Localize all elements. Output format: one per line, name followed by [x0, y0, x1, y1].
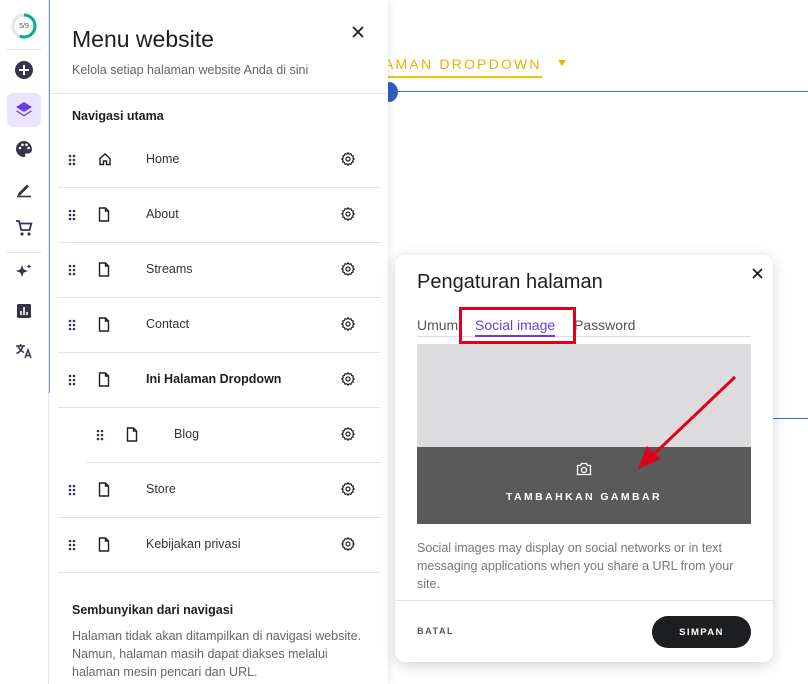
- menu-title: Menu website: [72, 26, 214, 52]
- drag-handle-icon[interactable]: [68, 318, 78, 332]
- drag-handle-icon[interactable]: [68, 538, 78, 552]
- tab-password[interactable]: Password: [574, 317, 635, 333]
- sparkle-icon[interactable]: [7, 255, 41, 289]
- gear-icon[interactable]: [340, 261, 356, 281]
- nav-item-label: Store: [146, 482, 176, 496]
- editor-sidebar: 5/9: [0, 0, 49, 684]
- save-button[interactable]: SIMPAN: [652, 616, 751, 648]
- section-boundary: [772, 418, 808, 419]
- palette-icon[interactable]: [7, 132, 41, 166]
- menu-website-panel: Menu website Kelola setiap halaman websi…: [50, 0, 388, 684]
- divider: [7, 252, 41, 253]
- nav-item-label: Home: [146, 152, 180, 166]
- nav-heading: Navigasi utama: [72, 109, 164, 123]
- add-image-label: TAMBAHKAN GAMBAR: [505, 491, 663, 503]
- page-settings-dialog: Pengaturan halaman Umum Social image Pas…: [395, 255, 773, 662]
- home-icon: [98, 152, 112, 171]
- page-icon: [126, 427, 138, 447]
- page-icon: [98, 537, 110, 557]
- nav-item-label: About: [146, 207, 179, 221]
- gear-icon[interactable]: [340, 151, 356, 171]
- page-icon: [98, 482, 110, 502]
- pen-icon[interactable]: [7, 172, 41, 206]
- social-image-preview: TAMBAHKAN GAMBAR: [417, 344, 751, 524]
- nav-item-contact[interactable]: Contact: [58, 298, 381, 353]
- nav-item-label: Blog: [174, 427, 200, 441]
- tab-umum[interactable]: Umum: [417, 317, 458, 333]
- menu-subtitle: Kelola setiap halaman website Anda di si…: [72, 63, 309, 77]
- canvas-caret-icon: [558, 60, 566, 66]
- dialog-title: Pengaturan halaman: [417, 271, 603, 293]
- gear-icon[interactable]: [340, 316, 356, 336]
- divider: [50, 93, 388, 94]
- page-icon: [98, 207, 110, 227]
- analytics-icon[interactable]: [7, 294, 41, 328]
- nav-item-blog[interactable]: Blog: [86, 408, 381, 463]
- gear-icon[interactable]: [340, 426, 356, 446]
- hidden-description: Halaman tidak akan ditampilkan di naviga…: [72, 629, 362, 679]
- page-icon: [98, 317, 110, 337]
- nav-item-kebijakan-privasi[interactable]: Kebijakan privasi: [58, 518, 381, 573]
- cancel-button[interactable]: BATAL: [417, 626, 454, 636]
- close-icon[interactable]: [348, 22, 368, 42]
- drag-handle-icon[interactable]: [68, 483, 78, 497]
- nav-item-home[interactable]: Home: [58, 133, 381, 188]
- progress-text: 5/9: [19, 22, 29, 30]
- tab-highlight-annotation: [459, 307, 576, 344]
- setup-progress[interactable]: 5/9: [11, 13, 37, 39]
- add-image-button[interactable]: TAMBAHKAN GAMBAR: [417, 447, 751, 524]
- drag-handle-icon[interactable]: [68, 373, 78, 387]
- drag-handle-icon[interactable]: [68, 208, 78, 222]
- nav-item-label: Streams: [146, 262, 193, 276]
- page-icon: [98, 262, 110, 282]
- translate-icon[interactable]: [7, 334, 41, 368]
- drag-handle-icon[interactable]: [68, 153, 78, 167]
- add-icon[interactable]: [7, 53, 41, 87]
- social-image-description: Social images may display on social netw…: [417, 541, 734, 591]
- nav-item-store[interactable]: Store: [58, 463, 381, 518]
- gear-icon[interactable]: [340, 536, 356, 556]
- page-icon: [98, 372, 110, 392]
- drag-handle-icon[interactable]: [96, 428, 106, 442]
- divider: [395, 600, 773, 601]
- nav-item-label: Contact: [146, 317, 190, 331]
- nav-item-streams[interactable]: Streams: [58, 243, 381, 298]
- cart-icon[interactable]: [7, 211, 41, 245]
- close-icon[interactable]: [747, 263, 767, 283]
- gear-icon[interactable]: [340, 371, 356, 391]
- hidden-heading: Sembunyikan dari navigasi: [72, 603, 234, 617]
- nav-item-about[interactable]: About: [58, 188, 381, 243]
- camera-icon: [576, 462, 592, 476]
- canvas-dropdown-link[interactable]: AMAN DROPDOWN: [384, 56, 542, 78]
- divider: [7, 49, 41, 50]
- layers-icon[interactable]: [7, 93, 41, 127]
- nav-item-ini-halaman-dropdown[interactable]: Ini Halaman Dropdown: [58, 353, 381, 408]
- nav-item-label: Ini Halaman Dropdown: [146, 372, 282, 386]
- gear-icon[interactable]: [340, 481, 356, 501]
- section-boundary: [388, 91, 808, 92]
- drag-handle-icon[interactable]: [68, 263, 78, 277]
- nav-item-label: Kebijakan privasi: [146, 537, 241, 551]
- gear-icon[interactable]: [340, 206, 356, 226]
